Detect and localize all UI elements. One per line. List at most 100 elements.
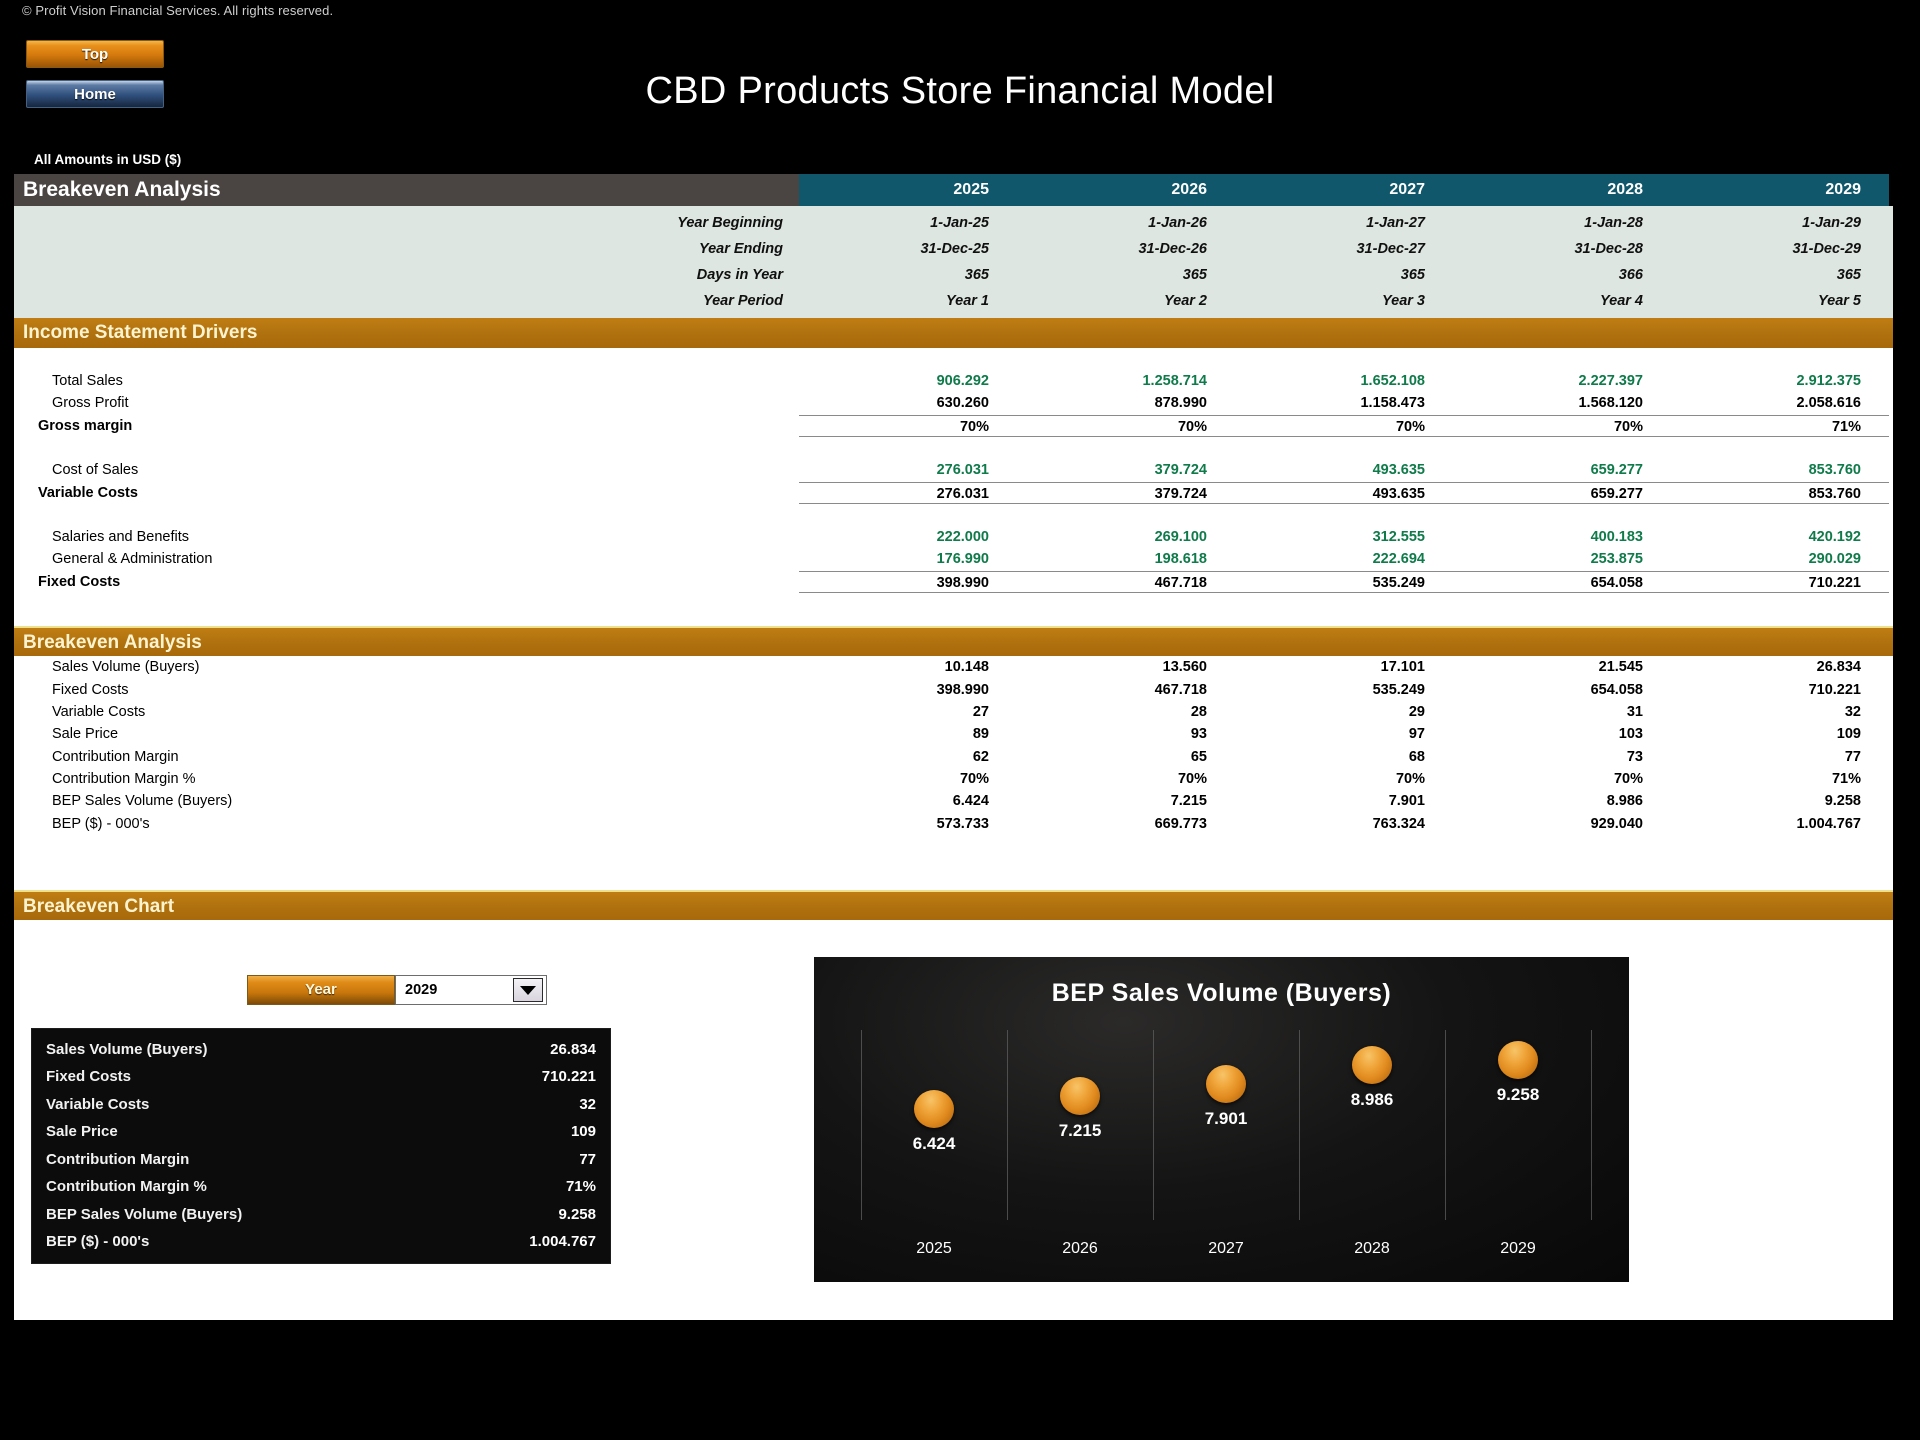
chart-x-tick: 2026: [1062, 1240, 1098, 1258]
year-button[interactable]: Year: [247, 975, 395, 1006]
year-summary-panel: Sales Volume (Buyers) 26.834 Fixed Costs…: [31, 1028, 611, 1265]
row-label: Total Sales: [52, 373, 123, 389]
row-label: Salaries and Benefits: [52, 528, 190, 545]
row-label: Fixed Costs: [52, 681, 129, 698]
cell: 70%: [799, 414, 1017, 438]
row-year-beginning: Year Beginning 1-Jan-25 1-Jan-26 1-Jan-2…: [14, 210, 1893, 236]
row-label: BEP ($) - 000's: [52, 815, 150, 832]
year-header-2028: 2028: [1453, 174, 1671, 206]
sheet-header-band: Breakeven Analysis 2025 2026 2027 2028 2…: [14, 174, 1893, 206]
chart-gridline: [1007, 1030, 1008, 1221]
chart-data-point[interactable]: 8.986: [1351, 1046, 1393, 1109]
cell: 710.221: [1808, 681, 1861, 698]
sheet-title: Breakeven Analysis: [14, 174, 799, 206]
chart-data-point[interactable]: 9.258: [1497, 1041, 1539, 1104]
cell: 929.040: [1590, 815, 1643, 832]
row-label: Gross Profit: [52, 395, 129, 412]
table-row-variable-costs: Variable Costs 276.031 379.724 493.635 6…: [14, 481, 1893, 504]
table-row-sale-price: Sale Price 89 93 97 103 109: [14, 723, 1893, 745]
cell: 659.277: [1590, 462, 1643, 479]
chart-gridline: [861, 1030, 862, 1221]
cell: 400.183: [1590, 528, 1643, 545]
year-dropdown[interactable]: 2029: [395, 975, 547, 1006]
summary-key: Sales Volume (Buyers): [46, 1040, 208, 1058]
cell: 659.277: [1453, 481, 1671, 504]
section-header-breakeven-chart: Breakeven Chart: [14, 890, 1893, 921]
cell: 493.635: [1372, 462, 1425, 479]
cell: 906.292: [936, 373, 989, 389]
cell: 1.652.108: [1360, 373, 1425, 389]
chart-data-label: 8.986: [1350, 1090, 1394, 1110]
summary-key: BEP Sales Volume (Buyers): [46, 1205, 243, 1223]
chart-x-tick: 2027: [1208, 1240, 1244, 1258]
summary-row-variable-costs: Variable Costs 32: [46, 1090, 596, 1118]
summary-value: 710.221: [541, 1068, 596, 1085]
chart-gridline: [1153, 1030, 1154, 1221]
cell: 28: [1190, 703, 1207, 720]
summary-key: BEP ($) - 000's: [46, 1233, 150, 1250]
top-button[interactable]: Top: [26, 40, 164, 68]
chart-gridline: [1591, 1030, 1592, 1221]
row-label: Contribution Margin %: [52, 771, 196, 788]
summary-row-bep-sales-volume: BEP Sales Volume (Buyers) 9.258: [46, 1200, 596, 1228]
cell: 27: [972, 703, 989, 720]
cell: 420.192: [1808, 528, 1861, 545]
cell: Year 3: [1382, 293, 1425, 309]
cell: 669.773: [1154, 815, 1207, 832]
cell: 763.324: [1372, 815, 1425, 832]
summary-value: 71%: [565, 1178, 596, 1195]
cell: 276.031: [936, 462, 989, 479]
cell: 93: [1190, 726, 1207, 743]
cell: 31-Dec-29: [1792, 241, 1861, 257]
row-label: Variable Costs: [38, 484, 138, 501]
cell: 176.990: [936, 551, 989, 568]
cell: 70%: [959, 771, 989, 788]
cell: 17.101: [1380, 659, 1425, 676]
chevron-down-icon[interactable]: [513, 978, 543, 1003]
year-selector-group: Year 2029: [247, 975, 547, 1006]
chart-data-point[interactable]: 6.424: [913, 1090, 955, 1153]
cell: 573.733: [936, 815, 989, 832]
cell: 398.990: [936, 681, 989, 698]
row-label: Variable Costs: [52, 703, 146, 720]
table-row-variable-costs: Variable Costs 27 28 29 31 32: [14, 701, 1893, 723]
cell: Year 1: [946, 293, 989, 309]
currency-units-note: All Amounts in USD ($): [34, 152, 182, 167]
summary-key: Fixed Costs: [46, 1068, 132, 1085]
chart-data-point[interactable]: 7.901: [1205, 1064, 1247, 1128]
chart-gridline: [1445, 1030, 1446, 1221]
summary-value: 32: [579, 1095, 596, 1113]
breakeven-chart-zone: Year 2029 Sales Volume (Buyers) 26.834 F…: [14, 920, 1893, 1321]
cell: 630.260: [936, 395, 989, 412]
cell: 467.718: [1017, 570, 1235, 594]
cell: 68: [1408, 748, 1425, 765]
cell: 853.760: [1671, 481, 1889, 504]
cell: 8.986: [1606, 793, 1643, 810]
chart-x-tick: 2029: [1500, 1240, 1536, 1258]
cell: 467.718: [1154, 681, 1207, 698]
chart-plot-area: 6.424 7.215 7.901 8.986 9.258: [861, 1030, 1592, 1221]
cell: 535.249: [1235, 570, 1453, 594]
cell: 1-Jan-26: [1148, 215, 1207, 231]
bubble-marker-icon: [1352, 1046, 1392, 1085]
cell: 1-Jan-29: [1802, 215, 1861, 231]
table-row-gross-profit: Gross Profit 630.260 878.990 1.158.473 1…: [14, 392, 1893, 414]
cell: 70%: [1017, 414, 1235, 438]
year-header-2025: 2025: [799, 174, 1017, 206]
chart-gridline: [1299, 1030, 1300, 1221]
page-title-text: CBD Products Store Financial Model: [645, 70, 1275, 112]
table-row-total-sales: Total Sales 906.292 1.258.714 1.652.108 …: [14, 370, 1893, 392]
chart-data-point[interactable]: 7.215: [1059, 1076, 1101, 1140]
page-title: CBD Products Store Financial Model: [0, 70, 1920, 113]
cell: 1.258.714: [1142, 373, 1207, 389]
copyright-text: © Profit Vision Financial Services. All …: [22, 3, 334, 18]
summary-row-contribution-margin: Contribution Margin 77: [46, 1145, 596, 1173]
section-header-breakeven-analysis: Breakeven Analysis: [14, 626, 1893, 657]
cell: 365: [1836, 267, 1861, 283]
